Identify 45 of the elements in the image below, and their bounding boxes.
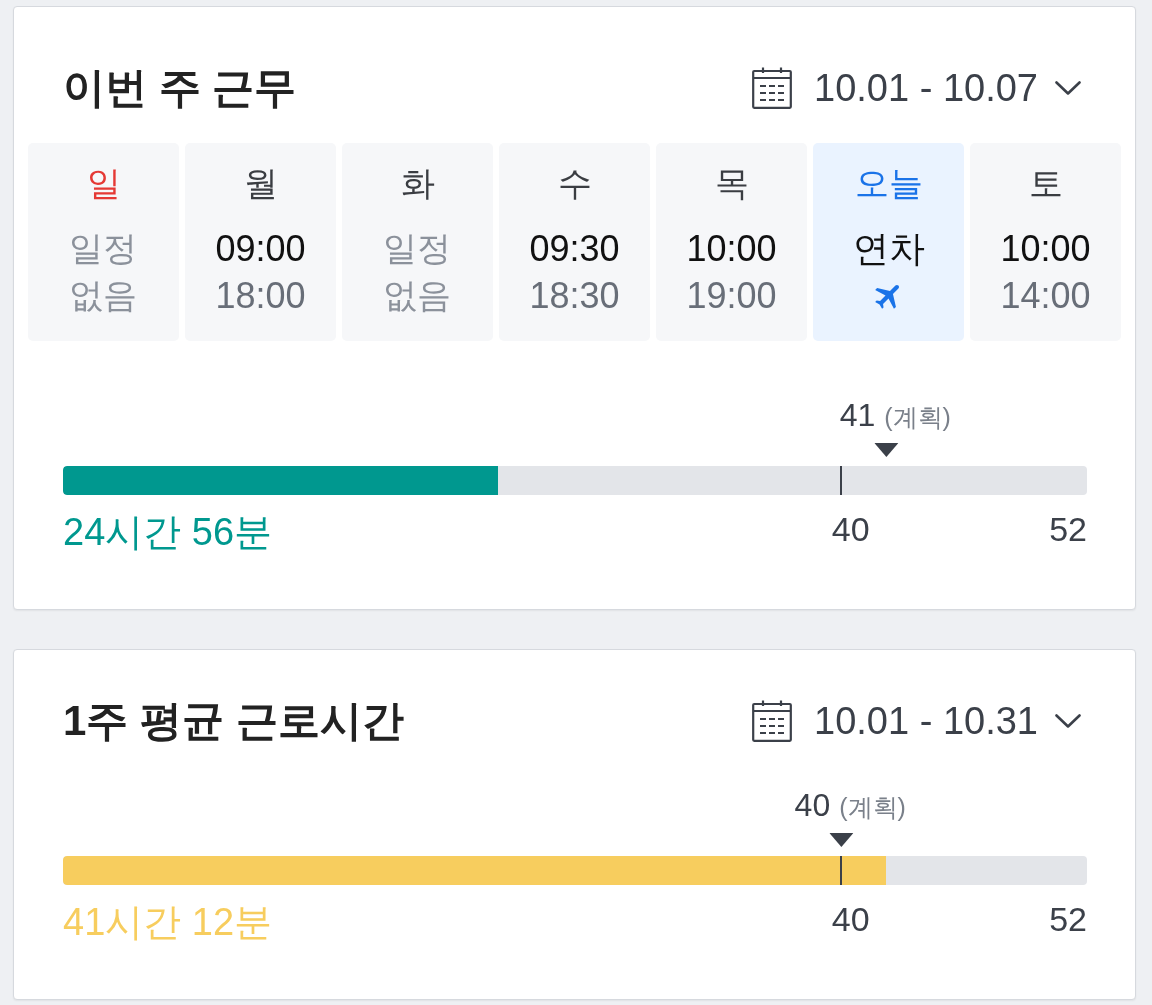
no-schedule-text: 일정 없음 <box>68 228 139 316</box>
day-cell[interactable]: 수 09:30 18:30 <box>499 143 650 341</box>
tick-label: 40 <box>831 510 870 548</box>
day-label: 수 <box>557 163 592 204</box>
start-time: 09:00 <box>215 227 306 271</box>
tick-mark <box>840 466 843 495</box>
no-schedule-text: 일정 없음 <box>382 228 453 316</box>
day-label: 화 <box>400 163 435 204</box>
leave-label: 연차 <box>852 227 925 271</box>
date-range-button[interactable]: 10.01 - 10.31 <box>748 693 1085 749</box>
tick-mark <box>840 856 843 885</box>
day-label: 토 <box>1028 163 1063 204</box>
plan-note: (계획) <box>839 792 906 823</box>
chevron-down-icon <box>1055 714 1081 728</box>
plan-hours: 40 <box>794 786 831 825</box>
date-range-button[interactable]: 10.01 - 10.07 <box>748 60 1085 116</box>
day-label: 월 <box>243 163 278 204</box>
calendar-icon <box>752 67 793 109</box>
end-time: 18:00 <box>215 274 306 318</box>
start-time: 10:00 <box>1000 227 1091 271</box>
day-cell[interactable]: 오늘 연차 <box>813 143 964 341</box>
tick-label: 40 <box>831 900 870 938</box>
day-label: 일 <box>86 163 121 204</box>
calendar-icon <box>752 700 793 742</box>
card-title: 1주 평균 근로시간 <box>63 696 404 746</box>
total-hours: 24시간 56분 <box>63 511 273 553</box>
chevron-down-icon <box>1055 81 1081 95</box>
total-hours: 41시간 12분 <box>63 901 273 943</box>
start-time: 10:00 <box>686 227 777 271</box>
day-cell[interactable]: 목 10:00 19:00 <box>656 143 807 341</box>
start-time: 09:30 <box>529 227 620 271</box>
card-title: 이번 주 근무 <box>63 63 297 113</box>
end-time: 19:00 <box>686 274 777 318</box>
end-time: 14:00 <box>1000 274 1091 318</box>
plan-note: (계획) <box>884 402 951 433</box>
day-cell[interactable]: 일 일정 없음 <box>28 143 179 341</box>
day-cell[interactable]: 화 일정 없음 <box>342 143 493 341</box>
day-cell[interactable]: 월 09:00 18:00 <box>185 143 336 341</box>
day-label: 오늘 <box>854 163 923 204</box>
plan-hours: 41 <box>839 396 876 435</box>
tick-label: 52 <box>1049 900 1087 938</box>
tick-label: 52 <box>1049 510 1087 548</box>
day-label: 목 <box>714 163 749 204</box>
day-cell[interactable]: 토 10:00 14:00 <box>970 143 1121 341</box>
end-time: 18:30 <box>529 274 620 318</box>
